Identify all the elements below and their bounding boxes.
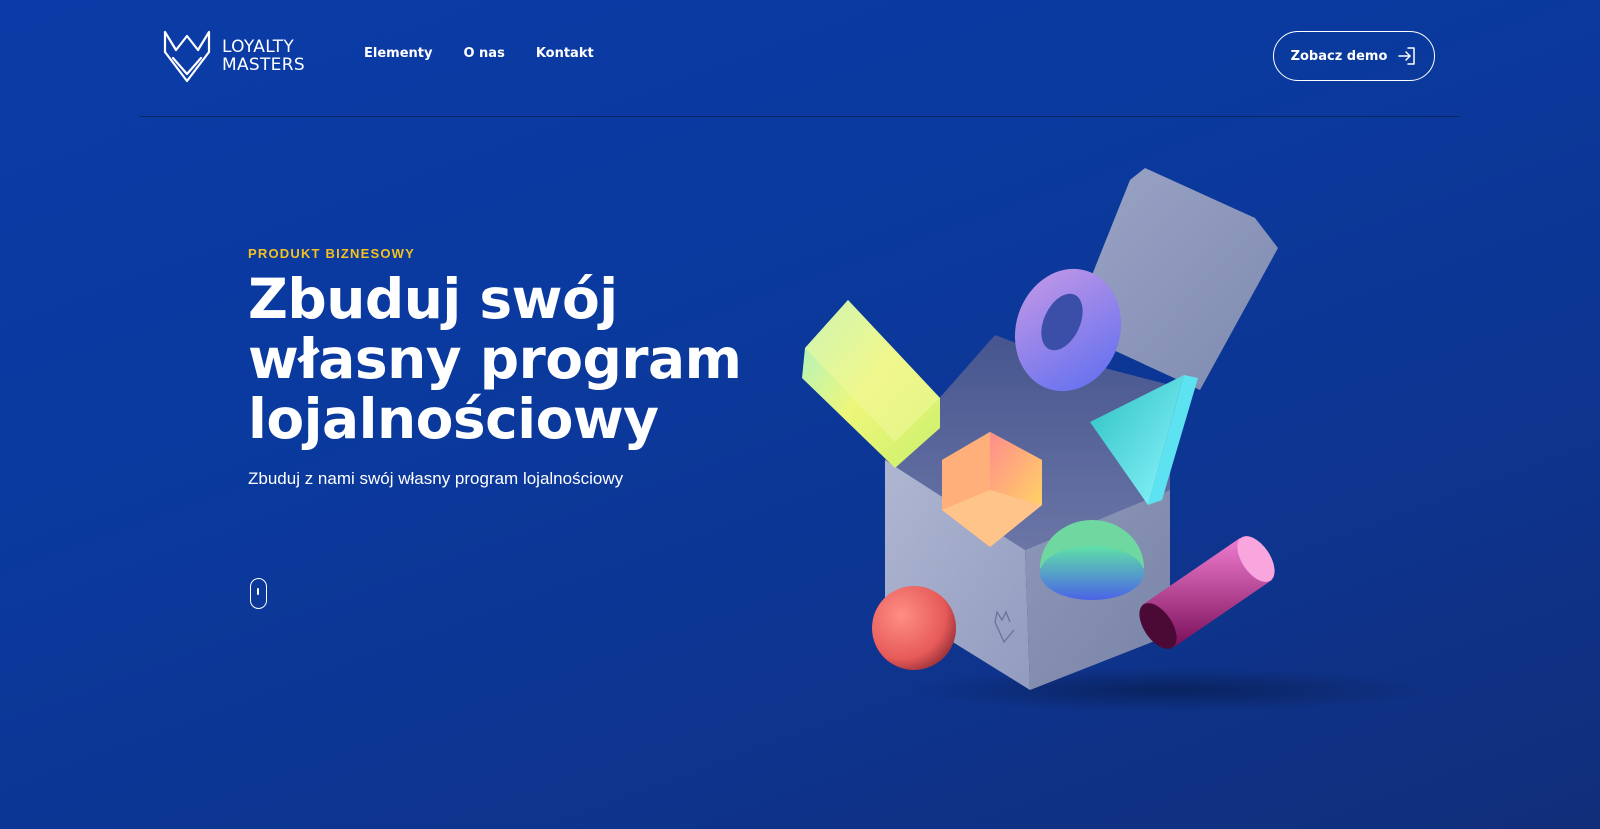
main-nav: Elementy O nas Kontakt [364, 46, 625, 61]
loyalty-masters-logo-icon [163, 30, 211, 83]
hero-title-line-2: własny program [248, 327, 742, 391]
hero-title-line-3: lojalnościowy [248, 387, 659, 451]
nav-item-kontakt[interactable]: Kontakt [536, 46, 594, 61]
brand-line-2: MASTERS [222, 55, 305, 75]
site-header: LOYALTY MASTERS Elementy O nas Kontakt Z… [140, 0, 1460, 117]
hero-title-line-1: Zbuduj swój [248, 267, 618, 331]
sphere-shape [872, 586, 956, 670]
demo-button[interactable]: Zobacz demo [1273, 31, 1435, 81]
nav-item-o-nas[interactable]: O nas [463, 46, 504, 61]
hero-title: Zbuduj swój własny program lojalnościowy [248, 269, 768, 449]
hero-subtitle: Zbuduj z nami swój własny program lojaln… [248, 469, 624, 488]
brand-wordmark: LOYALTY MASTERS [222, 38, 305, 74]
demo-button-label: Zobacz demo [1290, 48, 1388, 64]
brand-line-1: LOYALTY [222, 37, 295, 57]
loyalty-box-illustration [802, 168, 1430, 712]
mouse-scroll-icon[interactable] [250, 578, 267, 609]
nav-item-elementy[interactable]: Elementy [364, 46, 432, 61]
hero-section: PRODUKT BIZNESOWY Zbuduj swój własny pro… [248, 246, 768, 489]
arrow-into-box-icon [1398, 47, 1416, 65]
hero-eyebrow: PRODUKT BIZNESOWY [248, 246, 416, 261]
brand-logo[interactable]: LOYALTY MASTERS [162, 28, 305, 84]
ground-shadow [910, 668, 1430, 712]
yellow-prism-shape [802, 300, 940, 468]
